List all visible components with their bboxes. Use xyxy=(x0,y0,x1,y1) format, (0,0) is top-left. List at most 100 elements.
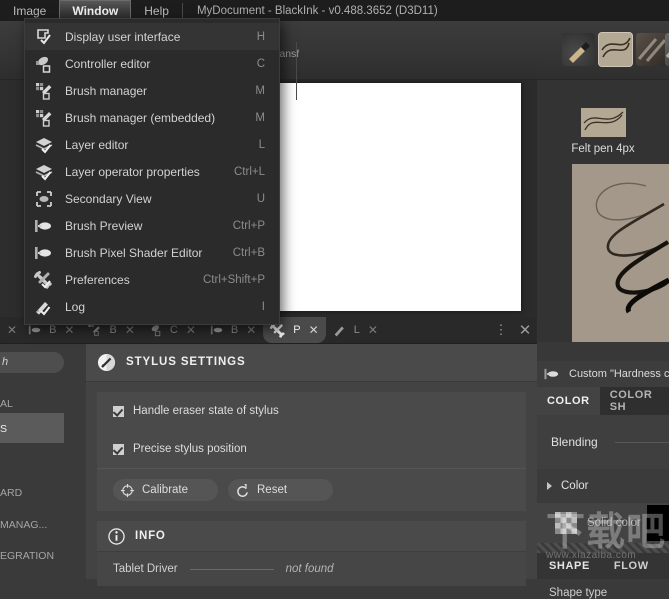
tab-close-leading[interactable]: ✕ xyxy=(0,317,21,343)
stylus-options-box: Handle eraser state of stylus Precise st… xyxy=(97,392,526,511)
brush-preview-pane: Felt pen 4px xyxy=(537,80,669,342)
close-icon[interactable]: ✕ xyxy=(186,323,196,337)
menu-item-shortcut: M xyxy=(255,84,265,97)
checkbox-row-precise-position[interactable]: Precise stylus position xyxy=(97,430,526,468)
blending-row[interactable]: Blending xyxy=(537,415,669,469)
chevron-right-icon[interactable] xyxy=(547,482,552,490)
tab-color[interactable]: COLOR xyxy=(537,387,600,415)
menu-item-layer-operator-properties[interactable]: Layer operator properties Ctrl+L xyxy=(25,158,279,185)
menu-item-label: Secondary View xyxy=(65,191,152,206)
menu-item-brush-preview[interactable]: Brush Preview Ctrl+P xyxy=(25,212,279,239)
sidebar-item-manager[interactable]: MANAG... xyxy=(0,519,47,531)
panel-resize-handle[interactable] xyxy=(537,543,669,553)
search-value: h xyxy=(2,356,9,368)
menu-item-log[interactable]: Log I xyxy=(25,293,279,320)
menu-item-label: Layer operator properties xyxy=(65,164,200,179)
brush-thumb-4[interactable] xyxy=(665,33,669,66)
menu-item-shortcut: Ctrl+P xyxy=(232,219,265,232)
menu-item-preferences[interactable]: Preferences Ctrl+Shift+P xyxy=(25,266,279,293)
menu-item-brush-manager-embedded[interactable]: Brush manager (embedded) M xyxy=(25,104,279,131)
reset-icon xyxy=(237,483,248,497)
close-icon[interactable]: ✕ xyxy=(64,323,74,337)
info-row-tablet-driver: Tablet Driver not found xyxy=(97,552,526,586)
info-title: INFO xyxy=(135,530,166,542)
calibrate-button[interactable]: Calibrate xyxy=(113,479,218,501)
checkbox-label: Precise stylus position xyxy=(133,443,247,455)
sidebar-item-integration[interactable]: EGRATION xyxy=(0,550,54,562)
menu-item-brush-pixel-shader-editor[interactable]: Brush Pixel Shader Editor Ctrl+B xyxy=(25,239,279,266)
brush-manager-embedded-icon xyxy=(25,104,65,131)
menu-item-label: Display user interface xyxy=(65,29,181,44)
menu-item-shortcut: H xyxy=(256,30,265,43)
display-ui-icon xyxy=(25,23,65,50)
tab-label: L xyxy=(353,324,360,336)
menu-item-label: Layer editor xyxy=(65,137,129,152)
brush-thumb-2[interactable] xyxy=(599,33,632,66)
menu-item-shortcut: Ctrl+L xyxy=(234,165,265,178)
menu-item-shortcut: Ctrl+Shift+P xyxy=(203,273,265,286)
brush-thumb-1[interactable] xyxy=(562,33,595,66)
info-value: not found xyxy=(285,563,334,575)
preferences-sidebar: h AL S ARD MANAG... EGRATION xyxy=(0,343,86,579)
crosshair-icon xyxy=(120,483,135,497)
blending-label: Blending xyxy=(551,435,598,449)
color-swatch-black[interactable] xyxy=(647,505,669,541)
document-canvas[interactable] xyxy=(279,83,521,311)
brush-manager-icon xyxy=(25,77,65,104)
brush-selector-bar xyxy=(537,21,669,80)
close-icon[interactable]: ✕ xyxy=(125,323,135,337)
transparency-swatch[interactable] xyxy=(555,512,577,534)
blending-divider xyxy=(615,442,669,443)
search-input[interactable]: h xyxy=(0,352,64,373)
checkbox-handle-eraser[interactable] xyxy=(113,405,124,417)
brush-preview-icon xyxy=(25,212,65,239)
info-dash xyxy=(189,568,274,570)
tab-shape[interactable]: SHAPE xyxy=(537,560,602,572)
panel-close-icon[interactable]: ✕ xyxy=(513,317,537,343)
controller-icon xyxy=(151,324,161,336)
menu-item-label: Log xyxy=(65,299,86,314)
toolbar-group-divider-2 xyxy=(296,42,297,100)
document-canvas-area xyxy=(271,79,533,317)
custom-brush-row[interactable]: Custom "Hardness c xyxy=(537,361,669,388)
checkbox-row-handle-eraser[interactable]: Handle eraser state of stylus xyxy=(97,392,526,430)
color-section-row[interactable]: Color xyxy=(537,469,669,503)
secondary-view-icon xyxy=(25,185,65,212)
menu-item-layer-editor[interactable]: Layer editor L xyxy=(25,131,279,158)
close-icon[interactable]: ✕ xyxy=(309,323,319,337)
info-icon xyxy=(108,527,125,545)
menu-item-label: Brush Preview xyxy=(65,218,143,233)
menu-item-brush-manager[interactable]: Brush manager M xyxy=(25,77,279,104)
sidebar-item-keyboard[interactable]: ARD xyxy=(0,487,22,499)
reset-button[interactable]: Reset xyxy=(228,479,333,501)
solid-color-label: Solid color xyxy=(587,517,641,529)
sidebar-item-stylus[interactable]: S xyxy=(0,423,7,435)
brush-shader-icon xyxy=(25,239,65,266)
current-brush-thumbnail[interactable] xyxy=(581,108,626,137)
sidebar-item-general[interactable]: AL xyxy=(0,398,13,410)
color-tab-strip: COLOR COLOR SH xyxy=(537,387,669,415)
tab-color-shader[interactable]: COLOR SH xyxy=(600,387,669,415)
menu-item-secondary-view[interactable]: Secondary View U xyxy=(25,185,279,212)
close-icon[interactable]: ✕ xyxy=(368,323,378,337)
stylus-settings-title: STYLUS SETTINGS xyxy=(126,356,246,368)
info-key: Tablet Driver xyxy=(113,563,178,575)
kebab-menu-icon[interactable]: ⋮ xyxy=(489,317,513,343)
checkbox-precise-position[interactable] xyxy=(113,443,124,455)
tab-label: B xyxy=(49,324,57,336)
close-icon[interactable]: ✕ xyxy=(7,323,17,337)
tab-log[interactable]: L ✕ xyxy=(326,317,385,343)
tab-label: P xyxy=(293,324,301,336)
menu-item-shortcut: L xyxy=(258,138,265,151)
menu-item-controller-editor[interactable]: Controller editor C xyxy=(25,50,279,77)
checkbox-label: Handle eraser state of stylus xyxy=(133,405,279,417)
current-brush-name: Felt pen 4px xyxy=(571,143,635,155)
tab-label: B xyxy=(230,324,239,336)
menu-item-display-user-interface[interactable]: Display user interface H xyxy=(25,23,279,50)
brush-preview-icon xyxy=(544,368,559,380)
close-icon[interactable]: ✕ xyxy=(246,323,256,337)
shape-type-label: Shape type xyxy=(549,587,608,599)
brush-preview-icon xyxy=(28,325,41,335)
brush-stroke-preview[interactable] xyxy=(572,164,669,342)
tab-flow[interactable]: FLOW xyxy=(602,560,661,572)
